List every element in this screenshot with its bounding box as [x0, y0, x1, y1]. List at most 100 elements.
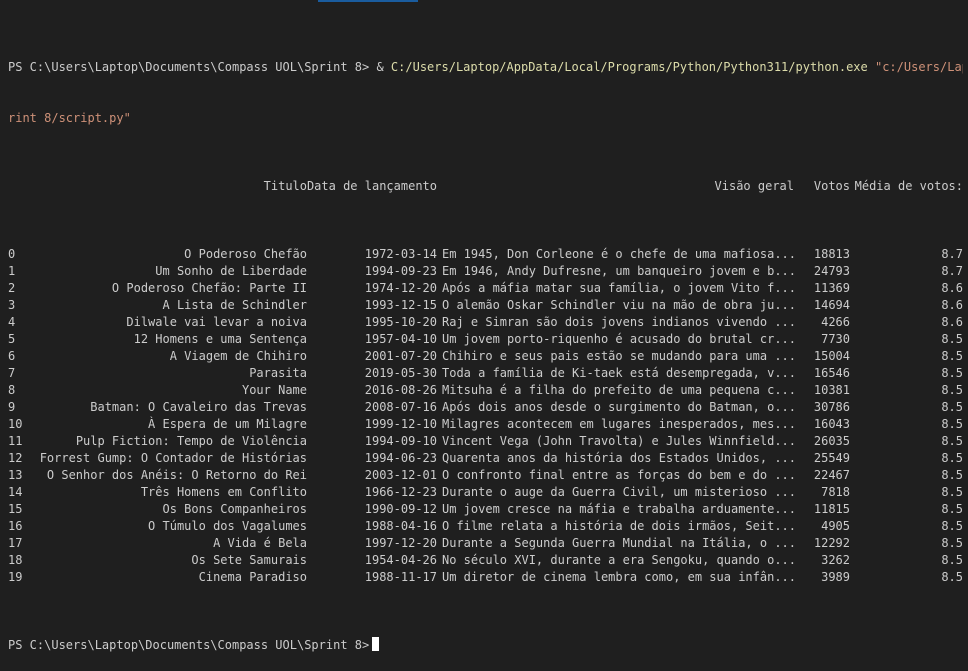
- row-overview: Mitsuha é a filha do prefeito de uma peq…: [442, 383, 794, 397]
- row-average-votes: 8.5: [941, 332, 963, 346]
- row-votes: 24793: [813, 264, 850, 278]
- command-line: PS C:\Users\Laptop\Documents\Compass UOL…: [8, 59, 963, 76]
- row-votes: 4905: [821, 519, 850, 533]
- text-cursor: [372, 637, 380, 651]
- table-row: 1 Um Sonho de Liberdade 1994-09-23 Em 1946,…: [8, 263, 963, 280]
- row-votes: 3989: [821, 570, 850, 584]
- table-row: 16 O Túmulo dos Vagalumes 1988-04-16 O film…: [8, 518, 963, 535]
- row-overview: No século XVI, durante a era Sengoku, qu…: [442, 553, 794, 567]
- final-prompt: PS C:\Users\Laptop\Documents\Compass UOL…: [8, 638, 370, 652]
- table-row: 7 Parasita 2019-05-30 Toda a família de Ki-…: [8, 365, 963, 382]
- row-index: 11: [8, 434, 23, 448]
- table-row: 11 Pulp Fiction: Tempo de Violência 1994-0…: [8, 433, 963, 450]
- table-row: 6 A Viagem de Chihiro 2001-07-20 Chihiro e …: [8, 348, 963, 365]
- row-average-votes: 8.5: [941, 570, 963, 584]
- row-overview: O alemão Oskar Schindler viu na mão de o…: [442, 298, 794, 312]
- row-average-votes: 8.5: [941, 366, 963, 380]
- row-overview: Um jovem porto-riquenho é acusado do bru…: [442, 332, 794, 346]
- header-votes: Votos: [813, 179, 850, 193]
- row-title: Dilwale vai levar a noiva: [126, 315, 307, 329]
- row-title: Os Bons Companheiros: [162, 502, 308, 516]
- row-index: 18: [8, 553, 23, 567]
- row-overview: Durante a Segunda Guerra Mundial na Itál…: [442, 536, 794, 550]
- row-average-votes: 8.5: [941, 553, 963, 567]
- row-index: 19: [8, 570, 23, 584]
- table-row: 4 Dilwale vai levar a noiva 1995-10-20 Raj …: [8, 314, 963, 331]
- row-index: 8: [8, 383, 16, 397]
- table-row: 8 Your Name 2016-08-26 Mitsuha é a filha do…: [8, 382, 963, 399]
- row-votes: 4266: [821, 315, 850, 329]
- row-average-votes: 8.6: [941, 298, 963, 312]
- row-index: 1: [8, 264, 16, 278]
- row-title: Batman: O Cavaleiro das Trevas: [90, 400, 307, 414]
- row-title: O Poderoso Chefão: Parte II: [111, 281, 307, 295]
- row-index: 6: [8, 349, 16, 363]
- row-release-date: 1974-12-20: [364, 281, 437, 295]
- script-path-string: "c:/Users/Laptop: [874, 60, 963, 74]
- row-release-date: 1957-04-10: [364, 332, 437, 346]
- row-release-date: 2016-08-26: [364, 383, 437, 397]
- row-overview: Um diretor de cinema lembra como, em sua…: [442, 570, 794, 584]
- row-overview: Chihiro e seus pais estão se mudando par…: [442, 349, 794, 363]
- row-average-votes: 8.5: [941, 349, 963, 363]
- final-prompt-line[interactable]: PS C:\Users\Laptop\Documents\Compass UOL…: [8, 637, 963, 654]
- row-votes: 10381: [813, 383, 850, 397]
- row-index: 17: [8, 536, 23, 550]
- table-row: 19 Cinema Paradiso 1988-11-17 Um diretor de…: [8, 569, 963, 586]
- table-row: 3 A Lista de Schindler 1993-12-15 O alemão …: [8, 297, 963, 314]
- row-overview: Quarenta anos da história dos Estados Un…: [442, 451, 794, 465]
- row-release-date: 1990-09-12: [364, 502, 437, 516]
- row-overview: Em 1946, Andy Dufresne, um banqueiro jov…: [442, 264, 794, 278]
- row-votes: 26035: [813, 434, 850, 448]
- row-release-date: 1993-12-15: [364, 298, 437, 312]
- row-title: Forrest Gump: O Contador de Histórias: [39, 451, 307, 465]
- panel-top-border: [0, 0, 968, 3]
- row-index: 12: [8, 451, 23, 465]
- row-average-votes: 8.5: [941, 536, 963, 550]
- table-row: 0 O Poderoso Chefão 1972-03-14 Em 1945, Don…: [8, 246, 963, 263]
- row-votes: 25549: [813, 451, 850, 465]
- row-overview: O filme relata a história de dois irmãos…: [442, 519, 794, 533]
- row-release-date: 1997-12-20: [364, 536, 437, 550]
- row-votes: 15004: [813, 349, 850, 363]
- row-average-votes: 8.5: [941, 383, 963, 397]
- row-release-date: 1972-03-14: [364, 247, 437, 261]
- row-release-date: 2008-07-16: [364, 400, 437, 414]
- row-title: O Poderoso Chefão: [184, 247, 307, 261]
- row-title: Cinema Paradiso: [198, 570, 307, 584]
- row-index: 4: [8, 315, 16, 329]
- row-index: 15: [8, 502, 23, 516]
- python-executable-path: C:/Users/Laptop/AppData/Local/Programs/P…: [390, 60, 868, 74]
- table-row: 14 Três Homens em Conflito 1966-12-23 Duran…: [8, 484, 963, 501]
- row-average-votes: 8.7: [941, 247, 963, 261]
- row-index: 16: [8, 519, 23, 533]
- row-votes: 16546: [813, 366, 850, 380]
- table-row: 18 Os Sete Samurais 1954-04-26 No século XV…: [8, 552, 963, 569]
- row-votes: 11369: [813, 281, 850, 295]
- table-body: 0 O Poderoso Chefão 1972-03-14 Em 1945, Don…: [8, 246, 963, 586]
- row-votes: 18813: [813, 247, 850, 261]
- row-overview: Vincent Vega (John Travolta) e Jules Win…: [442, 434, 794, 448]
- row-index: 14: [8, 485, 23, 499]
- row-title: Your Name: [241, 383, 307, 397]
- prompt-text: PS C:\Users\Laptop\Documents\Compass UOL…: [8, 60, 377, 74]
- table-row: 9 Batman: O Cavaleiro das Trevas 2008-07-1…: [8, 399, 963, 416]
- row-average-votes: 8.6: [941, 315, 963, 329]
- row-overview: Durante o auge da Guerra Civil, um miste…: [442, 485, 794, 499]
- row-index: 13: [8, 468, 23, 482]
- row-votes: 30786: [813, 400, 850, 414]
- row-release-date: 1954-04-26: [364, 553, 437, 567]
- row-average-votes: 8.5: [941, 519, 963, 533]
- row-overview: Em 1945, Don Corleone é o chefe de uma m…: [442, 247, 794, 261]
- table-row: 5 12 Homens e uma Sentença 1957-04-10 Um jo…: [8, 331, 963, 348]
- row-average-votes: 8.5: [941, 502, 963, 516]
- row-release-date: 1994-06-23: [364, 451, 437, 465]
- row-votes: 7818: [821, 485, 850, 499]
- row-votes: 7730: [821, 332, 850, 346]
- table-row: 12 Forrest Gump: O Contador de Histórias 1…: [8, 450, 963, 467]
- terminal-output[interactable]: PS C:\Users\Laptop\Documents\Compass UOL…: [8, 8, 963, 671]
- row-title: A Lista de Schindler: [162, 298, 308, 312]
- row-release-date: 1988-04-16: [364, 519, 437, 533]
- row-votes: 12292: [813, 536, 850, 550]
- row-title: Os Sete Samurais: [191, 553, 307, 567]
